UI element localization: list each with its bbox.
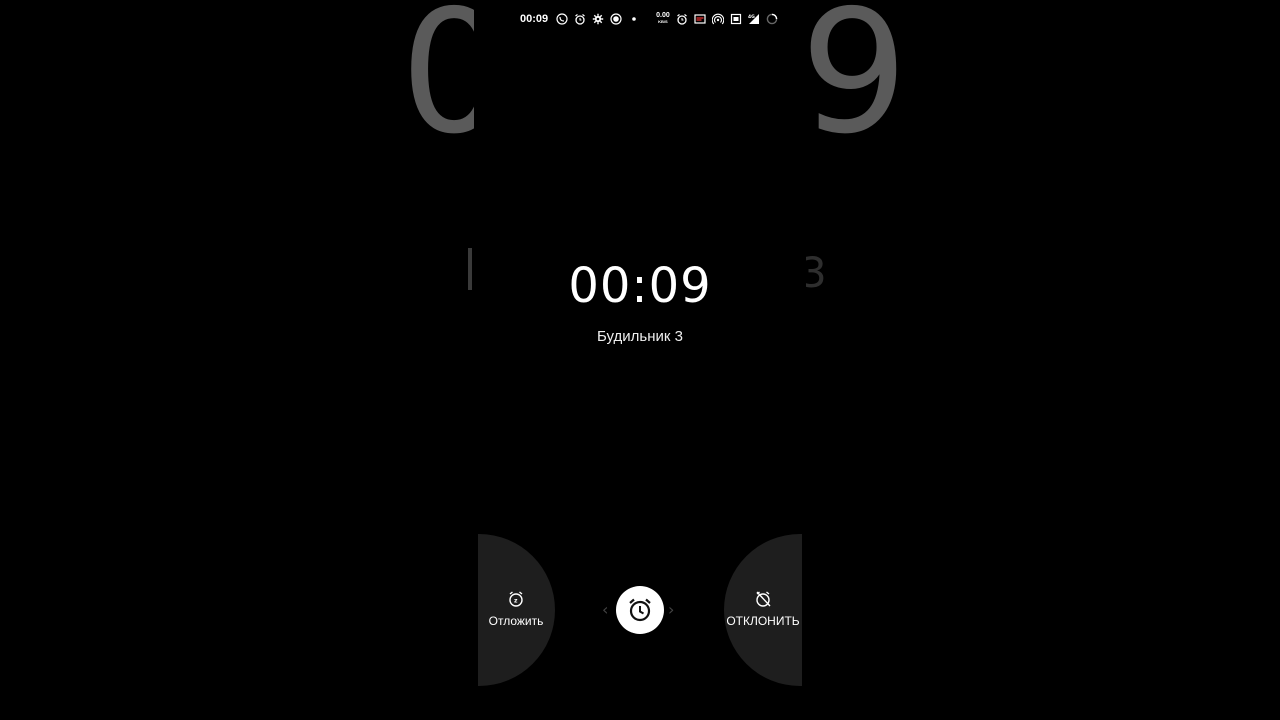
cast-icon [694, 13, 706, 25]
alarm-off-icon [756, 591, 771, 607]
status-time: 00:09 [520, 13, 549, 25]
network-speed: 0.00 KB/S [656, 12, 670, 25]
alarm-clock-icon [629, 598, 651, 622]
battery-loading-icon [766, 13, 778, 25]
snooze-button[interactable]: z Отложить [476, 590, 556, 628]
sim-icon [730, 13, 742, 25]
chevron-left-icon: ‹ [602, 600, 609, 619]
gear-icon [592, 13, 604, 25]
alarm-time: 00:09 [568, 258, 712, 314]
alarm-icon [574, 13, 586, 25]
alarm-label: Будильник 3 [597, 328, 683, 345]
signal-label: 4G [748, 14, 755, 20]
network-speed-unit: KB/S [658, 19, 668, 24]
dot-icon [628, 13, 640, 25]
alarm-swipe-handle[interactable] [616, 586, 664, 634]
snooze-icon: z [509, 591, 523, 607]
viber-icon [556, 13, 568, 25]
dismiss-label: ОТКЛОНИТЬ [726, 614, 800, 628]
phone-screen: 00:09 0.00 KB/S 4G 00:09 Будильник 3 z О… [474, 0, 806, 720]
background-blurred-bar [468, 248, 472, 290]
chevron-right-icon: › [668, 600, 675, 619]
snooze-label: Отложить [488, 614, 544, 628]
signal-icon: 4G [748, 13, 760, 25]
dismiss-button[interactable]: ОТКЛОНИТЬ [723, 590, 803, 628]
status-bar: 00:09 0.00 KB/S 4G [474, 8, 806, 30]
background-blurred-digit-right: 9 [800, 0, 909, 172]
hotspot-icon [711, 13, 724, 25]
svg-text:z: z [514, 598, 518, 605]
alarm-icon [676, 13, 688, 25]
record-icon [610, 13, 622, 25]
